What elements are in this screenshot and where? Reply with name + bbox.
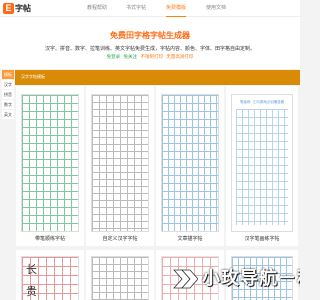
- tag-no-login: 免登录: [106, 55, 121, 60]
- template-preview-image[interactable]: [161, 94, 219, 232]
- preview-char: 贵: [26, 285, 37, 298]
- hero-title: 免费田字格字帖生成器: [110, 31, 190, 40]
- nav-item-docs[interactable]: 使用文档: [206, 0, 226, 17]
- nav-item-free-templates[interactable]: 免费模版: [166, 0, 187, 17]
- double-chevron-icon: [173, 269, 198, 289]
- nav-item-book-style[interactable]: 书式字帖: [126, 0, 146, 17]
- template-card-article-tracing[interactable]: 文章描字帖: [156, 86, 224, 246]
- sidebar-item-english[interactable]: 英文: [2, 110, 14, 119]
- template-card-row2-1[interactable]: 长 贵: [16, 250, 84, 300]
- preview-char: 长: [26, 263, 37, 276]
- logo-mark: E: [3, 3, 14, 14]
- preview-grid: [236, 109, 288, 225]
- template-preview-image[interactable]: 笔画练: 江河湖海点划横竖撇: [231, 94, 293, 232]
- template-card-label[interactable]: 带笔顺练字帖: [16, 235, 84, 242]
- template-card-label[interactable]: 汉字笔画练字帖: [226, 235, 298, 242]
- category-sidebar: 模板 汉字 拼音 数字 英文: [2, 70, 14, 120]
- template-card-label[interactable]: 自定义汉字字帖: [86, 235, 154, 242]
- logo-text: 字帖: [15, 4, 31, 13]
- template-card-label[interactable]: 文章描字帖: [156, 235, 224, 242]
- nav-item-tutorial[interactable]: 教程帮助: [87, 0, 107, 17]
- tag-hd-print: 无量高清打印: [166, 55, 194, 60]
- hero-tags: 免登录 免关注 不限制打印 无量高清打印: [0, 54, 300, 60]
- top-header: E 字帖 教程帮助 书式字帖 免费模版 使用文档: [0, 0, 300, 17]
- tag-unlimited-print: 不限制打印: [140, 55, 163, 60]
- hero-description: 汉字、拼音、数字、拉笔训练、英文字帖免费生成，字帖内容、颜色、字体、田字格自由定…: [44, 46, 255, 52]
- page: E 字帖 教程帮助 书式字帖 免费模版 使用文档 免费田字格字帖生成器 汉字、拼…: [0, 0, 300, 300]
- template-preview-image[interactable]: [91, 256, 149, 300]
- sidebar-item-numbers[interactable]: 数字: [2, 100, 14, 109]
- template-preview-image[interactable]: 长 贵: [21, 256, 79, 300]
- template-card-custom-hanzi[interactable]: 自定义汉字字帖: [86, 86, 154, 246]
- sidebar-item-templates[interactable]: 模板: [2, 70, 14, 79]
- template-card-stroke-order[interactable]: 带笔顺练字帖: [16, 86, 84, 246]
- watermark: 小玫导航－秒收: [172, 264, 300, 294]
- sidebar-item-pinyin[interactable]: 拼音: [2, 90, 14, 99]
- template-preview-image[interactable]: [91, 94, 149, 232]
- preview-heading: 笔画练: 江河湖海点划横竖撇: [239, 100, 285, 104]
- template-preview-image[interactable]: [21, 94, 79, 232]
- tag-no-follow: 免关注: [123, 55, 138, 60]
- site-logo[interactable]: E 字帖: [3, 3, 31, 14]
- category-header-bar: 汉字字帖模板: [15, 70, 300, 85]
- hero-section: 免费田字格字帖生成器 汉字、拼音、数字、拉笔训练、英文字帖免费生成，字帖内容、颜…: [0, 17, 300, 69]
- template-card-stroke-practice[interactable]: 笔画练: 江河湖海点划横竖撇 汉字笔画练字帖: [226, 86, 298, 246]
- watermark-text: 小玫导航－秒收: [202, 268, 300, 289]
- template-card-row2-2[interactable]: [86, 250, 154, 300]
- category-label: 汉字字帖模板: [21, 74, 45, 79]
- sidebar-item-hanzi[interactable]: 汉字: [2, 80, 14, 89]
